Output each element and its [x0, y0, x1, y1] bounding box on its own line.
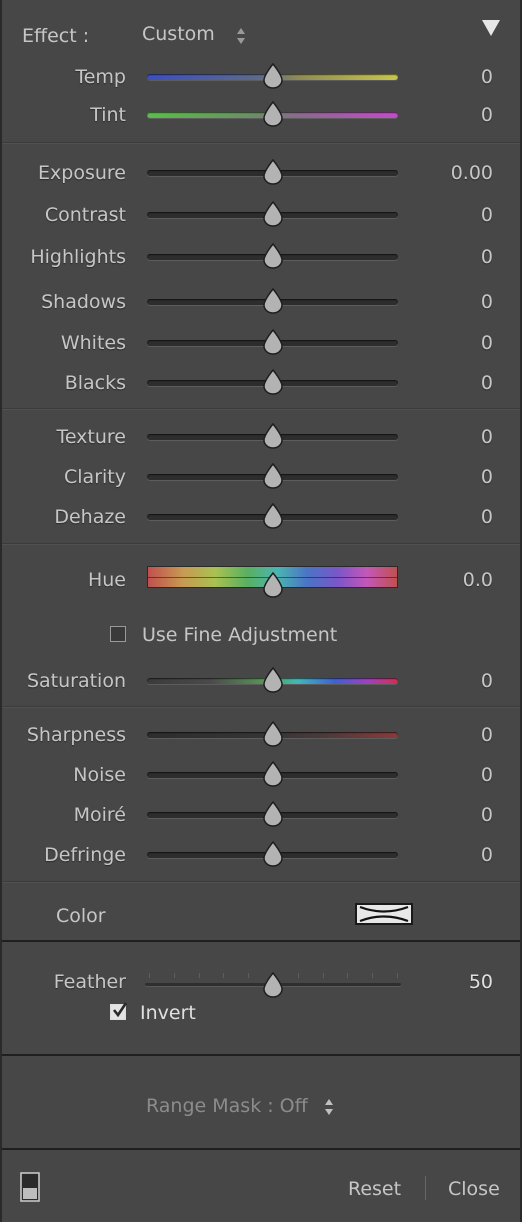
hue-slider-thumb[interactable]	[262, 572, 284, 598]
contrast-label: Contrast	[44, 204, 126, 226]
moire-slider-thumb[interactable]	[262, 801, 284, 827]
exposure-value[interactable]: 0.00	[451, 161, 493, 185]
noise-label: Noise	[73, 764, 126, 786]
brush-section-divider	[2, 940, 520, 942]
fine-adjustment-checkbox[interactable]	[110, 626, 126, 642]
tint-slider-thumb[interactable]	[262, 101, 284, 127]
footer-divider	[2, 1148, 520, 1150]
feather-tick	[223, 973, 225, 978]
fine-adjustment-label: Use Fine Adjustment	[142, 624, 338, 646]
defringe-slider-thumb[interactable]	[262, 841, 284, 867]
clarity-label: Clarity	[64, 466, 126, 488]
triangle-down-icon[interactable]	[480, 18, 502, 38]
shadows-slider-thumb[interactable]	[262, 288, 284, 314]
checkmark-icon	[112, 1002, 128, 1018]
range-mask-label: Range Mask : Off	[146, 1095, 308, 1117]
tint-value[interactable]: 0	[481, 103, 493, 127]
saturation-value[interactable]: 0	[481, 669, 493, 693]
range-mask-divider-top	[2, 1054, 520, 1056]
hue-value[interactable]: 0.0	[463, 568, 493, 592]
sharpness-label: Sharpness	[26, 724, 126, 746]
color-label: Color	[56, 905, 106, 927]
highlights-value[interactable]: 0	[481, 245, 493, 269]
feather-tick	[322, 973, 324, 978]
temp-slider-thumb[interactable]	[262, 63, 284, 89]
feather-tick	[372, 973, 374, 978]
clarity-value[interactable]: 0	[481, 465, 493, 489]
section-separator	[2, 706, 520, 707]
dehaze-value[interactable]: 0	[481, 505, 493, 529]
exposure-label: Exposure	[38, 162, 126, 184]
moire-value[interactable]: 0	[481, 803, 493, 827]
defringe-label: Defringe	[44, 844, 126, 866]
effect-preset-value: Custom	[142, 23, 215, 45]
updown-arrows-icon	[237, 28, 245, 44]
tint-label: Tint	[90, 104, 126, 126]
temp-value[interactable]: 0	[481, 65, 493, 89]
section-separator	[2, 142, 520, 143]
blacks-value[interactable]: 0	[481, 371, 493, 395]
texture-slider-thumb[interactable]	[262, 423, 284, 449]
sharpness-slider-thumb[interactable]	[262, 721, 284, 747]
exposure-slider-thumb[interactable]	[262, 159, 284, 185]
hue-label: Hue	[87, 569, 126, 591]
feather-tick	[149, 973, 150, 978]
blacks-slider-thumb[interactable]	[262, 369, 284, 395]
mask-overlay-toggle-icon[interactable]	[20, 1172, 40, 1202]
temp-label: Temp	[75, 66, 126, 88]
sharpness-value[interactable]: 0	[481, 723, 493, 747]
section-separator	[2, 408, 520, 409]
invert-label: Invert	[140, 1002, 196, 1024]
saturation-label: Saturation	[26, 670, 126, 692]
footer-button-divider	[425, 1176, 426, 1200]
feather-tick	[198, 973, 200, 978]
effect-label: Effect :	[22, 25, 90, 47]
texture-label: Texture	[56, 426, 126, 448]
clarity-slider-thumb[interactable]	[262, 463, 284, 489]
invert-checkbox[interactable]	[110, 1002, 128, 1020]
feather-value[interactable]: 50	[469, 970, 493, 994]
feather-slider-thumb[interactable]	[262, 972, 284, 998]
section-separator	[2, 543, 520, 544]
feather-tick	[173, 973, 175, 978]
blacks-label: Blacks	[64, 372, 126, 394]
feather-label: Feather	[53, 971, 126, 993]
feather-tick	[397, 973, 398, 978]
defringe-value[interactable]: 0	[481, 843, 493, 867]
feather-tick	[297, 973, 299, 978]
no-color-swatch-icon[interactable]	[355, 903, 413, 925]
section-separator	[2, 881, 520, 882]
feather-tick	[248, 973, 250, 978]
local-adjustment-panel: Effect : Custom Temp 0 Tint 0 Exposure 0.00 Co…	[2, 0, 520, 1222]
range-mask-dropdown[interactable]: Range Mask : Off	[146, 1094, 333, 1120]
shadows-value[interactable]: 0	[481, 290, 493, 314]
dehaze-slider-thumb[interactable]	[262, 503, 284, 529]
moire-label: Moiré	[73, 804, 126, 826]
feather-tick	[347, 973, 349, 978]
shadows-label: Shadows	[41, 291, 126, 313]
whites-label: Whites	[60, 332, 126, 354]
texture-value[interactable]: 0	[481, 425, 493, 449]
noise-value[interactable]: 0	[481, 763, 493, 787]
noise-slider-thumb[interactable]	[262, 761, 284, 787]
highlights-label: Highlights	[30, 246, 126, 268]
reset-button[interactable]: Reset	[348, 1177, 401, 1201]
whites-value[interactable]: 0	[481, 331, 493, 355]
contrast-slider-thumb[interactable]	[262, 201, 284, 227]
dehaze-label: Dehaze	[54, 506, 126, 528]
whites-slider-thumb[interactable]	[262, 329, 284, 355]
close-button[interactable]: Close	[448, 1177, 500, 1201]
contrast-value[interactable]: 0	[481, 203, 493, 227]
updown-arrows-icon	[325, 1099, 333, 1115]
saturation-slider-thumb[interactable]	[262, 667, 284, 693]
effect-preset-dropdown[interactable]: Custom	[142, 22, 245, 50]
highlights-slider-thumb[interactable]	[262, 243, 284, 269]
